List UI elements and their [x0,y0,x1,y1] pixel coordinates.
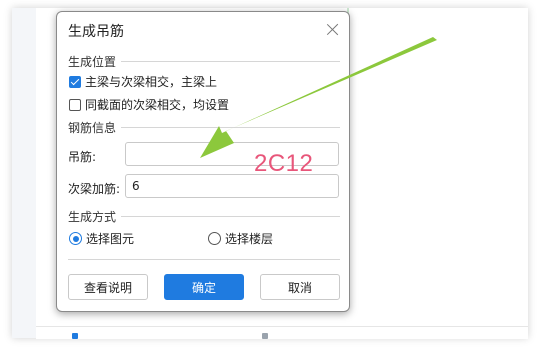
checkbox-label: 主梁与次梁相交，主梁上 [85,75,218,89]
radio-label: 选择楼层 [225,232,274,246]
radio-select-element[interactable]: 选择图元 [69,230,134,247]
section-divider [121,216,340,217]
cancel-button[interactable]: 取消 [260,274,340,300]
radio-select-floor[interactable]: 选择楼层 [208,230,273,247]
radio-selected-icon[interactable] [69,232,82,245]
close-icon[interactable] [324,21,342,39]
checkbox-checked-icon[interactable] [69,75,81,88]
checkbox-unchecked-icon[interactable] [69,98,81,111]
background-marker-icon [72,333,78,339]
hanger-label: 吊筋: [68,150,97,164]
section-title-position: 生成位置 [68,55,117,69]
section-title-rebar: 钢筋信息 [68,121,117,135]
footer-divider [68,259,340,260]
section-divider [121,127,340,128]
checkbox-label: 同截面的次梁相交，均设置 [85,98,230,112]
checkbox-main-secondary-intersect[interactable]: 主梁与次梁相交，主梁上 [69,73,217,90]
background-sidebar [12,8,36,338]
background-marker-icon [262,333,268,339]
radio-label: 选择图元 [86,232,135,246]
section-divider [121,61,340,62]
radio-unselected-icon[interactable] [208,232,221,245]
background-status-strip [36,326,528,339]
ok-button[interactable]: 确定 [164,274,244,300]
checkbox-same-section-intersect[interactable]: 同截面的次梁相交，均设置 [69,96,229,113]
dialog-title: 生成吊筋 [68,24,124,40]
help-button[interactable]: 查看说明 [68,274,148,300]
annotation-text: 2C12 [254,150,314,177]
section-title-mode: 生成方式 [68,210,117,224]
secondary-beam-rebar-label: 次梁加筋: [68,182,121,196]
